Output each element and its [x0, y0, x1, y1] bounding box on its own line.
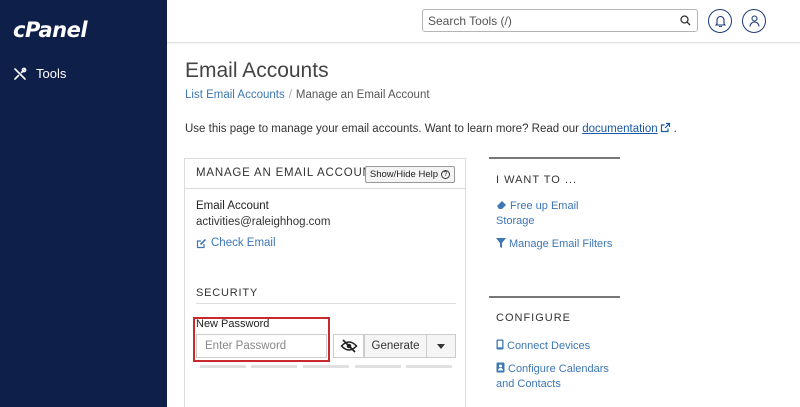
mobile-icon — [496, 339, 504, 350]
highlight-box — [193, 317, 330, 362]
intro-text: Use this page to manage your email accou… — [185, 122, 677, 135]
email-account-value: activities@raleighhog.com — [196, 216, 331, 228]
documentation-link[interactable]: documentation — [582, 123, 657, 135]
notifications-button[interactable] — [708, 9, 732, 33]
panel-title: MANAGE AN EMAIL ACCOUNT — [196, 167, 380, 179]
strength-segment — [355, 365, 401, 368]
manage-email-filters-label: Manage Email Filters — [509, 238, 613, 250]
strength-segment — [251, 365, 297, 368]
free-up-storage-link[interactable]: Free up Email Storage — [496, 199, 578, 229]
email-account-label: Email Account — [196, 200, 269, 212]
eraser-icon — [497, 201, 506, 209]
sidebar-item-tools[interactable]: Tools — [13, 66, 66, 81]
intro-sentence: Use this page to manage your email accou… — [185, 123, 579, 135]
divider — [196, 303, 456, 304]
eye-slash-icon — [339, 339, 358, 353]
top-bar — [167, 0, 800, 43]
edit-icon — [196, 238, 207, 248]
address-book-icon — [496, 362, 505, 373]
sidebar-item-label: Tools — [36, 66, 67, 81]
external-link-icon[interactable] — [660, 122, 671, 133]
security-heading: SECURITY — [196, 287, 259, 299]
breadcrumb: List Email Accounts / Manage an Email Acco… — [185, 89, 430, 101]
search-icon[interactable] — [680, 15, 691, 26]
generate-options-dropdown[interactable] — [427, 334, 456, 358]
check-email-label: Check Email — [211, 237, 276, 249]
manage-email-filters-link[interactable]: Manage Email Filters — [496, 237, 612, 252]
divider — [489, 296, 620, 298]
strength-segment — [406, 365, 452, 368]
sidebar: cPanel Tools — [0, 0, 167, 407]
configure-calendars-line1: Configure Calendars — [508, 363, 609, 375]
configure-calendars-link[interactable]: Configure Calendars and Contacts — [496, 362, 609, 392]
connect-devices-label: Connect Devices — [507, 340, 591, 352]
connect-devices-link[interactable]: Connect Devices — [496, 339, 590, 354]
strength-segment — [200, 365, 246, 368]
configure-heading: CONFIGURE — [496, 312, 571, 324]
page-title: Email Accounts — [185, 59, 329, 82]
free-up-storage-line1: Free up Email — [510, 200, 579, 212]
help-button-label: Show/Hide Help — [369, 169, 438, 180]
configure-calendars-line2: and Contacts — [496, 378, 561, 390]
question-icon: ? — [441, 170, 450, 179]
intro-end: . — [673, 123, 677, 135]
toggle-password-visibility-button[interactable] — [333, 334, 364, 358]
user-menu-button[interactable] — [742, 9, 766, 33]
panel-header: MANAGE AN EMAIL ACCOUNT Show/Hide Help ? — [185, 159, 465, 189]
tools-icon — [14, 67, 27, 80]
divider — [489, 157, 620, 159]
cpanel-logo[interactable]: cPanel — [13, 18, 88, 42]
breadcrumb-link[interactable]: List Email Accounts — [185, 89, 285, 101]
caret-down-icon — [437, 343, 445, 349]
bell-icon — [714, 15, 726, 27]
show-hide-help-button[interactable]: Show/Hide Help ? — [364, 166, 455, 183]
i-want-to-heading: I WANT TO ... — [496, 174, 578, 186]
strength-segment — [303, 365, 349, 368]
search-box — [422, 9, 698, 32]
breadcrumb-separator: / — [288, 89, 292, 101]
check-email-link[interactable]: Check Email — [196, 237, 276, 249]
manage-email-panel: MANAGE AN EMAIL ACCOUNT Show/Hide Help ?… — [184, 158, 466, 407]
filter-icon — [496, 238, 506, 248]
generate-password-button[interactable]: Generate — [364, 334, 427, 358]
user-icon — [748, 15, 760, 27]
breadcrumb-current: Manage an Email Account — [295, 89, 430, 101]
main-content: Email Accounts List Email Accounts / Manag… — [167, 44, 800, 407]
free-up-storage-line2: Storage — [496, 215, 535, 227]
search-input[interactable] — [423, 10, 668, 31]
